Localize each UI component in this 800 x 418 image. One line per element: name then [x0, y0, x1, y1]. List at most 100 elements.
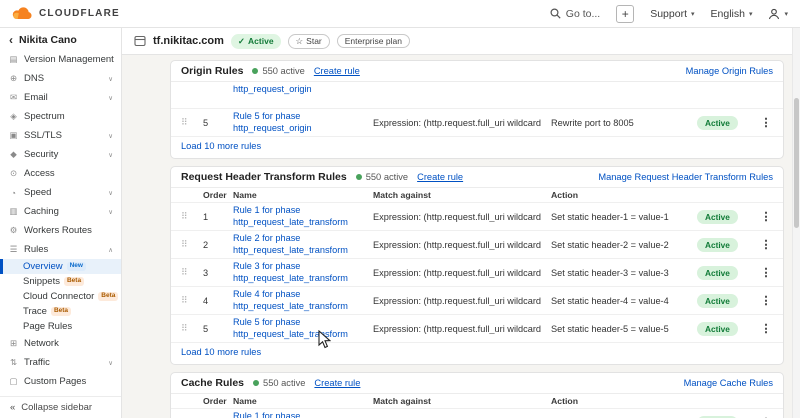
- load-more-link[interactable]: Load 10 more rules: [181, 347, 261, 357]
- drag-handle-icon[interactable]: ⠿: [181, 239, 195, 250]
- star-button[interactable]: ☆ Star: [288, 34, 330, 49]
- origin-rules-card: Origin Rules 550 active Create rule Mana…: [170, 60, 784, 159]
- page-scrollbar[interactable]: [792, 28, 800, 418]
- collapse-sidebar-button[interactable]: « Collapse sidebar: [0, 396, 121, 418]
- sidebar-item-dns[interactable]: ⊕ DNS ∨: [0, 69, 121, 88]
- create-rule-link[interactable]: Create rule: [314, 378, 360, 388]
- rule-action: Set static header-1 = value-1: [551, 212, 689, 222]
- support-menu[interactable]: Support ▾: [650, 8, 694, 20]
- sidebar-item-custom-pages[interactable]: ▢ Custom Pages: [0, 372, 121, 391]
- sidebar-item-traffic[interactable]: ⇅ Traffic ∨: [0, 353, 121, 372]
- load-more-link[interactable]: Load 10 more rules: [181, 141, 261, 151]
- beta-badge: Beta: [51, 307, 71, 316]
- kebab-menu-icon[interactable]: ⋮: [759, 322, 773, 335]
- language-label: English: [711, 8, 745, 20]
- global-search[interactable]: Go to...: [550, 8, 600, 20]
- rule-match: Expression: (http.request.full_uri wildc…: [373, 240, 543, 250]
- sidebar-item-email[interactable]: ✉ Email ∨: [0, 88, 121, 107]
- table-row: ⠿ 1 Rule 1 for phase http_request_cache_…: [171, 408, 783, 418]
- rule-name-link[interactable]: Rule 2 for phase http_request_late_trans…: [233, 231, 365, 258]
- sidebar-item-rules-snippets[interactable]: Snippets Beta: [0, 274, 121, 289]
- dns-icon: ⊕: [8, 73, 19, 84]
- drag-handle-icon[interactable]: ⠿: [181, 295, 195, 306]
- access-icon: ⊙: [8, 168, 19, 179]
- status-badge: Active: [697, 238, 738, 252]
- rule-action: Set static header-5 = value-5: [551, 324, 689, 334]
- drag-handle-icon[interactable]: ⠿: [181, 117, 195, 128]
- table-row-clipped: http_request_origin: [171, 82, 783, 108]
- sidebar-item-network[interactable]: ⊞ Network: [0, 334, 121, 353]
- sidebar-item-speed[interactable]: ◔ Speed ∨: [0, 183, 121, 202]
- col-order: Order: [203, 396, 225, 406]
- add-site-button[interactable]: +: [616, 5, 634, 23]
- create-rule-link[interactable]: Create rule: [314, 66, 360, 76]
- drag-handle-icon[interactable]: ⠿: [181, 323, 195, 334]
- status-badge: Active: [697, 322, 738, 336]
- col-order: Order: [203, 190, 225, 200]
- content-scroll-area[interactable]: Origin Rules 550 active Create rule Mana…: [122, 55, 800, 418]
- drag-handle-icon[interactable]: ⠿: [181, 267, 195, 278]
- table-row: ⠿ 5 Rule 5 for phase http_request_late_t…: [171, 314, 783, 342]
- main-area: tf.nikitac.com ✓ Active ☆ Star Enterpris…: [122, 28, 800, 418]
- active-count: 550 active: [253, 378, 305, 388]
- status-badge: Active: [697, 116, 738, 130]
- sidebar-item-rules-overview[interactable]: Overview New: [0, 259, 121, 274]
- scrollbar-thumb[interactable]: [794, 98, 799, 228]
- user-menu[interactable]: ▾: [768, 8, 788, 20]
- zone-bar: tf.nikitac.com ✓ Active ☆ Star Enterpris…: [122, 28, 800, 55]
- language-menu[interactable]: English ▾: [711, 8, 753, 20]
- col-match: Match against: [373, 396, 543, 406]
- search-label: Go to...: [566, 8, 600, 20]
- manage-cache-rules-link[interactable]: Manage Cache Rules: [684, 378, 773, 388]
- kebab-menu-icon[interactable]: ⋮: [759, 266, 773, 279]
- rule-name-link[interactable]: Rule 5 for phase http_request_origin: [233, 109, 365, 136]
- support-label: Support: [650, 8, 687, 20]
- email-icon: ✉: [8, 92, 19, 103]
- chevron-icon: ∨: [108, 359, 113, 367]
- cloudflare-logo[interactable]: CLOUDFLARE: [12, 7, 120, 20]
- collapse-icon: «: [10, 402, 15, 413]
- sidebar-item-version-management[interactable]: ▤ Version Management: [0, 50, 121, 69]
- sidebar-item-ssl-tls[interactable]: ▣ SSL/TLS ∨: [0, 126, 121, 145]
- sidebar-item-caching[interactable]: ▥ Caching ∨: [0, 202, 121, 221]
- cache-rules-card: Cache Rules 550 active Create rule Manag…: [170, 372, 784, 418]
- table-row: ⠿ 5 Rule 5 for phase http_request_origin…: [171, 108, 783, 136]
- rule-order: 3: [203, 268, 225, 278]
- rule-match: Expression: (http.request.full_uri wildc…: [373, 268, 543, 278]
- sidebar-item-rules-trace[interactable]: Trace Beta: [0, 304, 121, 319]
- drag-handle-icon[interactable]: ⠿: [181, 211, 195, 222]
- create-rule-link[interactable]: Create rule: [417, 172, 463, 182]
- kebab-menu-icon[interactable]: ⋮: [759, 238, 773, 251]
- chevron-icon: ∨: [108, 94, 113, 102]
- security-icon: ◆: [8, 149, 19, 160]
- kebab-menu-icon[interactable]: ⋮: [759, 210, 773, 223]
- top-bar: CLOUDFLARE Go to... + Support ▾ English …: [0, 0, 800, 28]
- kebab-menu-icon[interactable]: ⋮: [759, 294, 773, 307]
- col-action: Action: [551, 396, 689, 406]
- sidebar-item-rules-page-rules[interactable]: Page Rules: [0, 319, 121, 334]
- table-header: Order Name Match against Action: [171, 188, 783, 202]
- sidebar-item-access[interactable]: ⊙ Access: [0, 164, 121, 183]
- rules-icon: ☰: [8, 244, 19, 255]
- account-switcher[interactable]: ‹ Nikita Cano: [0, 28, 121, 50]
- rule-name-link[interactable]: Rule 1 for phase http_request_late_trans…: [233, 203, 365, 230]
- manage-request-header-transform-rules-link[interactable]: Manage Request Header Transform Rules: [598, 172, 773, 182]
- sidebar-item-spectrum[interactable]: ◈ Spectrum: [0, 107, 121, 126]
- rule-name-link[interactable]: http_request_origin: [233, 82, 365, 98]
- rule-name-link[interactable]: Rule 4 for phase http_request_late_trans…: [233, 287, 365, 314]
- zone-domain[interactable]: tf.nikitac.com: [153, 35, 224, 47]
- kebab-menu-icon[interactable]: ⋮: [759, 116, 773, 129]
- sidebar-item-rules[interactable]: ☰ Rules ∧: [0, 240, 121, 259]
- manage-origin-rules-link[interactable]: Manage Origin Rules: [686, 66, 773, 76]
- rule-name-link[interactable]: Rule 1 for phase http_request_cache_sett…: [233, 409, 365, 418]
- zone-status-badge: ✓ Active: [231, 34, 281, 49]
- sidebar-item-workers-routes[interactable]: ⚙ Workers Routes: [0, 221, 121, 240]
- sidebar-item-security[interactable]: ◆ Security ∨: [0, 145, 121, 164]
- table-row: ⠿ 4 Rule 4 for phase http_request_late_t…: [171, 286, 783, 314]
- custom-pages-icon: ▢: [8, 376, 19, 387]
- col-match: Match against: [373, 190, 543, 200]
- sidebar-item-rules-cloud-connector[interactable]: Cloud Connector Beta: [0, 289, 121, 304]
- rule-name-link[interactable]: Rule 5 for phase http_request_late_trans…: [233, 315, 365, 342]
- rule-name-link[interactable]: Rule 3 for phase http_request_late_trans…: [233, 259, 365, 286]
- workers-routes-icon: ⚙: [8, 225, 19, 236]
